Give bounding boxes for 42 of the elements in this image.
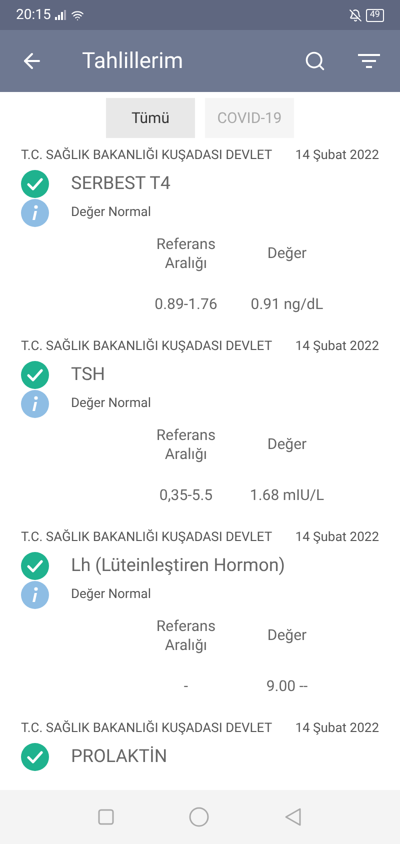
column-header: Referans Aralığı [155, 616, 217, 654]
result-value: 0.91 ng/dL [250, 294, 324, 314]
result-note: Değer Normal [71, 204, 151, 222]
info-icon[interactable] [21, 390, 49, 418]
square-icon[interactable] [98, 809, 114, 825]
page-title: Tahlillerim [82, 48, 184, 76]
info-icon[interactable] [21, 580, 49, 608]
result-value: 1.68 mIU/L [250, 484, 324, 506]
result-date: 14 Şubat 2022 [295, 147, 379, 165]
result-date: 14 Şubat 2022 [295, 529, 379, 547]
reference-range: - [184, 676, 188, 696]
filter-tab[interactable]: Tümü [106, 98, 195, 138]
result-note: Değer Normal [71, 394, 151, 413]
test-name: Lh (Lüteinleştiren Hormon) [71, 554, 286, 578]
hospital-name: T.C. SAĞLIK BAKANLIĞI KUŞADASI DEVLET [21, 146, 272, 165]
column-header: Referans Aralığı [155, 234, 217, 272]
column-header: Referans Aralığı [155, 426, 217, 464]
hospital-name: T.C. SAĞLIK BAKANLIĞI KUŞADASI DEVLET [21, 528, 272, 547]
reference-range: 0,35-5.5 [159, 484, 213, 506]
test-name: SERBEST T4 [71, 172, 171, 196]
test-name: PROLAKTİN [71, 745, 168, 769]
column-header: Değer [267, 243, 307, 264]
result-value: 9.00 -- [266, 676, 308, 696]
result-date: 14 Şubat 2022 [295, 338, 379, 356]
bell-off-icon [348, 8, 362, 22]
reference-range: 0.89-1.76 [154, 294, 218, 314]
column-header: Değer [267, 434, 307, 456]
battery-level: 49 [366, 8, 384, 22]
signal-icon [54, 10, 67, 20]
column-header: Değer [267, 625, 307, 646]
hospital-name: T.C. SAĞLIK BAKANLIĞI KUŞADASI DEVLET [21, 337, 272, 356]
circle-icon[interactable] [188, 807, 209, 827]
hospital-name: T.C. SAĞLIK BAKANLIĞI KUŞADASI DEVLET [21, 719, 272, 738]
result-date: 14 Şubat 2022 [295, 720, 379, 738]
test-name: TSH [71, 363, 106, 387]
search-button[interactable] [304, 50, 326, 72]
wifi-icon [70, 8, 84, 22]
info-icon[interactable] [21, 198, 49, 226]
result-note: Değer Normal [71, 586, 151, 604]
clock: 20:15 [16, 6, 51, 24]
triangle-icon[interactable] [284, 807, 302, 827]
filter-button[interactable] [358, 53, 380, 69]
